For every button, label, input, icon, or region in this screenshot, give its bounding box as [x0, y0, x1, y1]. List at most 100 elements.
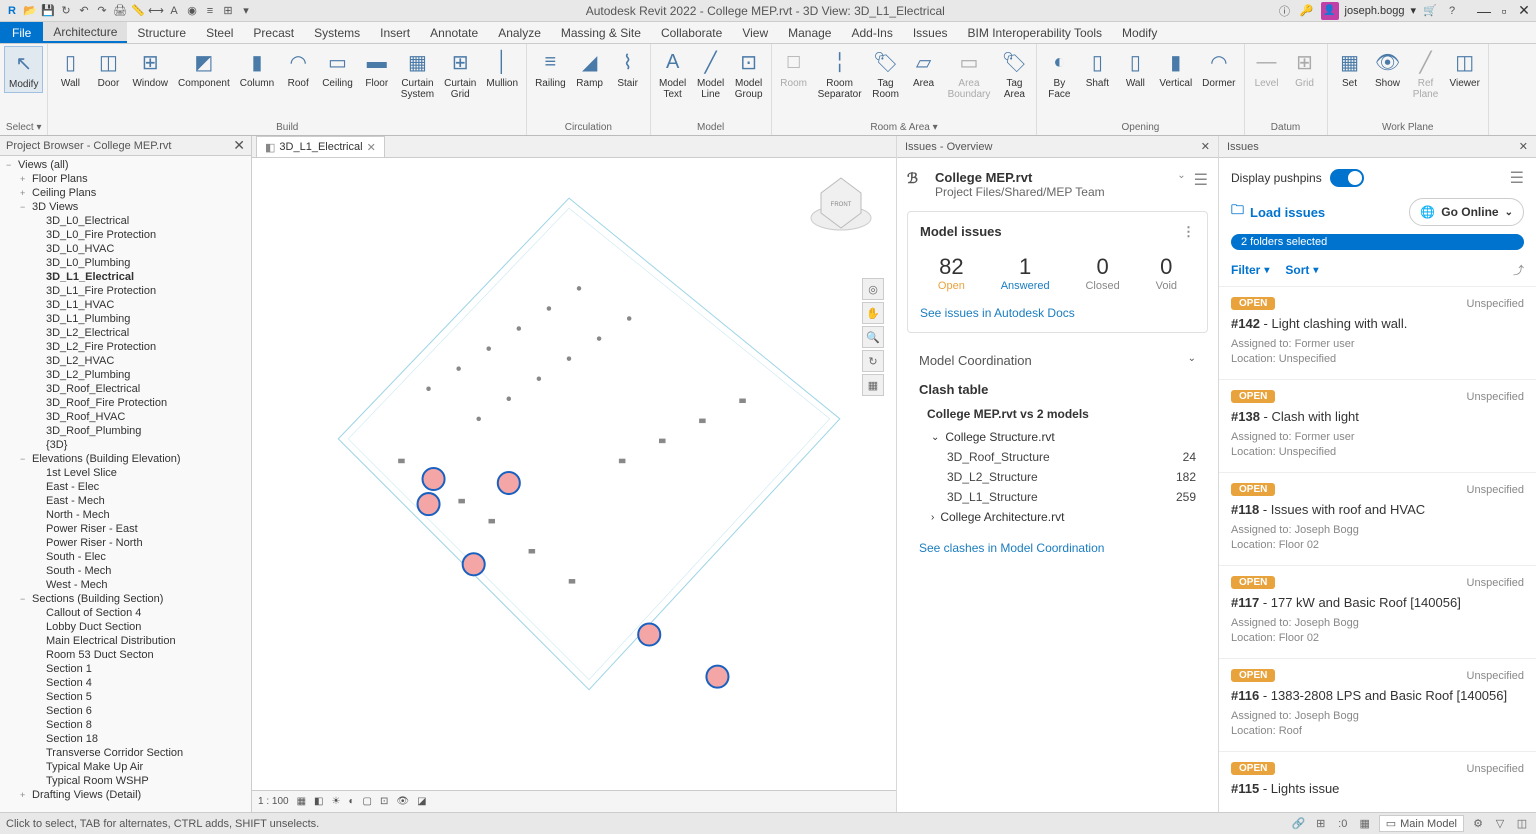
by-face-button[interactable]: ◐ByFace	[1041, 46, 1077, 102]
ribbon-tab-massing-site[interactable]: Massing & Site	[551, 22, 651, 43]
tree-item[interactable]: Main Electrical Distribution	[2, 634, 249, 648]
tree-item[interactable]: West - Mech	[2, 578, 249, 592]
tree-toggle-icon[interactable]: +	[20, 188, 32, 198]
sun-path-icon[interactable]: ☀	[332, 796, 341, 807]
tree-item[interactable]: East - Mech	[2, 494, 249, 508]
tree-item[interactable]: +Drafting Views (Detail)	[2, 788, 249, 802]
vertical-button[interactable]: ▮Vertical	[1155, 46, 1196, 91]
export-icon[interactable]: ⤴	[1513, 262, 1524, 278]
worksets-icon[interactable]: ▦	[1357, 816, 1373, 832]
ribbon-tab-add-ins[interactable]: Add-Ins	[841, 22, 902, 43]
tree-item[interactable]: −Views (all)	[2, 158, 249, 172]
tree-item[interactable]: 3D_L2_HVAC	[2, 354, 249, 368]
tree-item[interactable]: Callout of Section 4	[2, 606, 249, 620]
view-tab[interactable]: ◧ 3D_L1_Electrical ✕	[256, 136, 385, 157]
stat-open[interactable]: 82Open	[938, 254, 965, 292]
print-icon[interactable]: 🖨	[112, 3, 128, 19]
tree-item[interactable]: 3D_Roof_Electrical	[2, 382, 249, 396]
select-links-icon[interactable]: ⊞	[1313, 816, 1329, 832]
roof-button[interactable]: ◠Roof	[280, 46, 316, 91]
ribbon-tab-steel[interactable]: Steel	[196, 22, 243, 43]
project-browser-close-icon[interactable]: ✕	[233, 137, 245, 154]
filter-selection-icon[interactable]: ▽	[1492, 816, 1508, 832]
nav-section-icon[interactable]: ▦	[862, 374, 884, 396]
issue-item[interactable]: OPENUnspecified#116 - 1383-2808 LPS and …	[1219, 659, 1536, 752]
reveal-icon[interactable]: ◪	[417, 796, 426, 807]
tree-item[interactable]: 3D_L1_HVAC	[2, 298, 249, 312]
see-issues-docs-link[interactable]: See issues in Autodesk Docs	[920, 306, 1195, 320]
mullion-button[interactable]: │Mullion	[482, 46, 522, 91]
tree-item[interactable]: +Ceiling Plans	[2, 186, 249, 200]
close-views-icon[interactable]: ⊞	[220, 3, 236, 19]
tree-item[interactable]: Section 6	[2, 704, 249, 718]
ribbon-tab-bim-interoperability-tools[interactable]: BIM Interoperability Tools	[958, 22, 1113, 43]
tag-area-button[interactable]: 🏷TagArea	[996, 46, 1032, 102]
model-group-button[interactable]: ⊡ModelGroup	[731, 46, 767, 102]
ribbon-tab-systems[interactable]: Systems	[304, 22, 370, 43]
view-scale[interactable]: 1 : 100	[258, 796, 289, 807]
tree-item[interactable]: 3D_L2_Electrical	[2, 326, 249, 340]
ribbon-tab-analyze[interactable]: Analyze	[488, 22, 551, 43]
tree-item[interactable]: +Floor Plans	[2, 172, 249, 186]
shaft-button[interactable]: ▯Shaft	[1079, 46, 1115, 91]
restore-button[interactable]: ▫	[1496, 3, 1512, 19]
issues-overview-close-icon[interactable]: ✕	[1201, 140, 1210, 153]
project-browser-tree[interactable]: −Views (all)+Floor Plans+Ceiling Plans−3…	[0, 156, 251, 812]
stair-button[interactable]: ⌇Stair	[610, 46, 646, 91]
issues-panel-close-icon[interactable]: ✕	[1519, 140, 1528, 153]
measure-icon[interactable]: 📏	[130, 3, 146, 19]
curtain-grid-button[interactable]: ⊞CurtainGrid	[440, 46, 480, 102]
tree-item[interactable]: 3D_L1_Plumbing	[2, 312, 249, 326]
tree-item[interactable]: Typical Make Up Air	[2, 760, 249, 774]
tree-item[interactable]: Section 1	[2, 662, 249, 676]
nav-wheel-icon[interactable]: ◎	[862, 278, 884, 300]
stat-void[interactable]: 0Void	[1156, 254, 1177, 292]
tree-toggle-icon[interactable]: +	[20, 790, 32, 800]
design-options-icon[interactable]: ⚙	[1470, 816, 1486, 832]
tree-item[interactable]: Section 5	[2, 690, 249, 704]
tree-item[interactable]: Transverse Corridor Section	[2, 746, 249, 760]
tree-item[interactable]: Section 4	[2, 676, 249, 690]
select-elements-icon[interactable]: ◫	[1514, 816, 1530, 832]
nav-zoom-icon[interactable]: 🔍	[862, 326, 884, 348]
wall-button[interactable]: ▯Wall	[1117, 46, 1153, 91]
issue-item[interactable]: OPENUnspecified#138 - Clash with lightAs…	[1219, 380, 1536, 473]
component-button[interactable]: ◩Component	[174, 46, 234, 91]
modify-button[interactable]: ↖ Modify	[4, 46, 43, 93]
model-coordination-header[interactable]: Model Coordination ⌄	[907, 343, 1208, 378]
folders-selected-pill[interactable]: 2 folders selected	[1231, 234, 1524, 250]
tree-item[interactable]: Power Riser - North	[2, 536, 249, 550]
tree-toggle-icon[interactable]: +	[20, 174, 32, 184]
tree-item[interactable]: 3D_L2_Plumbing	[2, 368, 249, 382]
link-status-icon[interactable]: 🔗	[1291, 816, 1307, 832]
card-more-icon[interactable]: ⋮	[1182, 224, 1195, 240]
tree-item[interactable]: 3D_Roof_Fire Protection	[2, 396, 249, 410]
ribbon-tab-modify[interactable]: Modify	[1112, 22, 1167, 43]
user-name[interactable]: joseph.bogg	[1345, 5, 1405, 17]
detail-level-icon[interactable]: ▦	[297, 796, 306, 807]
tree-item[interactable]: South - Elec	[2, 550, 249, 564]
viewport[interactable]: FRONT ◎ ✋ 🔍 ↻ ▦	[252, 158, 896, 790]
issues-menu-icon[interactable]: ☰	[1510, 168, 1524, 188]
area-button[interactable]: ▱Area	[906, 46, 942, 91]
nav-pan-icon[interactable]: ✋	[862, 302, 884, 324]
clash-row[interactable]: 3D_Roof_Structure24	[919, 447, 1196, 467]
tree-item[interactable]: Lobby Duct Section	[2, 620, 249, 634]
model-line-button[interactable]: ╱ModelLine	[693, 46, 729, 102]
tree-item[interactable]: East - Elec	[2, 480, 249, 494]
info-icon[interactable]: ⓘ	[1277, 3, 1293, 19]
sort-button[interactable]: Sort ▾	[1285, 262, 1318, 278]
save-icon[interactable]: 💾	[40, 3, 56, 19]
door-button[interactable]: ◫Door	[90, 46, 126, 91]
ribbon-tab-manage[interactable]: Manage	[778, 22, 841, 43]
overview-menu-icon[interactable]: ☰	[1194, 170, 1208, 190]
ceiling-button[interactable]: ▭Ceiling	[318, 46, 357, 91]
clash-row[interactable]: 3D_L2_Structure182	[919, 467, 1196, 487]
tree-item[interactable]: Section 8	[2, 718, 249, 732]
dormer-button[interactable]: ◠Dormer	[1198, 46, 1239, 91]
tree-item[interactable]: Section 18	[2, 732, 249, 746]
tag-room-button[interactable]: 🏷TagRoom	[868, 46, 904, 102]
model-text-button[interactable]: AModelText	[655, 46, 691, 102]
minimize-button[interactable]: —	[1476, 3, 1492, 19]
tree-item[interactable]: Room 53 Duct Secton	[2, 648, 249, 662]
